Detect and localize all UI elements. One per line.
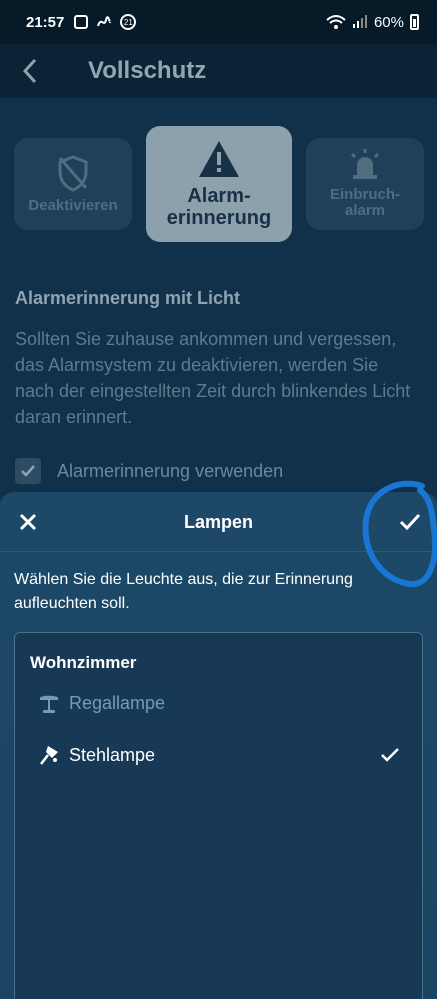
mode-burglary-alarm[interactable]: Einbruch- alarm (306, 138, 424, 230)
room-group-label: Wohnzimmer (30, 653, 137, 672)
mode-deactivate-label: Deaktivieren (28, 196, 118, 214)
signature-icon (97, 16, 112, 27)
sheet-header: Lampen (0, 492, 437, 552)
section-description: Sollten Sie zuhause ankommen und vergess… (15, 329, 411, 427)
status-time: 21:57 (26, 13, 65, 31)
confirm-button[interactable] (394, 506, 426, 538)
selected-check-icon (381, 748, 399, 762)
checkbox-label: Alarmerinnerung verwenden (57, 460, 284, 481)
mode-burglary-label-1: Einbruch- (330, 185, 400, 203)
floor-lamp-icon (35, 741, 63, 769)
table-lamp-icon (35, 689, 63, 717)
notification-icons: 21 (74, 14, 137, 30)
sheet-title: Lampen (183, 512, 253, 532)
wifi-icon (326, 15, 346, 29)
mode-alarm-reminder-label-1: Alarm- (187, 185, 251, 207)
page-title: Vollschutz (88, 57, 207, 84)
mode-alarm-reminder-label-2: erinnerung (166, 207, 272, 229)
status-bar: 21:57 21 60% (0, 0, 437, 44)
screenshot-icon (74, 15, 89, 29)
mode-burglary-label-2: alarm (344, 202, 386, 219)
battery-icon (410, 14, 419, 30)
section-title: Alarmerinnerung mit Licht (15, 288, 241, 308)
signal-icon (352, 15, 367, 28)
app-bar: Vollschutz (0, 44, 437, 98)
sheet-description: Wählen Sie die Leuchte aus, die zur Erin… (14, 571, 353, 612)
shield-off-icon (58, 155, 88, 192)
check-icon (399, 513, 421, 531)
mode-alarm-reminder[interactable]: Alarm- erinnerung (146, 126, 292, 242)
lamp-name: Stehlampe (69, 744, 156, 765)
mode-selector: Deaktivieren Alarm- erinnerung Einbruch-… (14, 126, 424, 244)
battery-level: 60% (373, 13, 404, 31)
use-alarm-reminder-checkbox[interactable] (15, 458, 41, 484)
use-alarm-reminder-checkbox-row[interactable]: Alarmerinnerung verwenden (15, 458, 283, 484)
mode-deactivate[interactable]: Deaktivieren (14, 138, 132, 230)
background-page: Deaktivieren Alarm- erinnerung Einbruch-… (0, 98, 437, 498)
lamp-list: Wohnzimmer Regallampe Stehlampe (14, 632, 423, 999)
lamp-item-stehlampe[interactable]: Stehlampe (15, 733, 422, 777)
back-button[interactable] (0, 44, 60, 98)
badge-21-icon: 21 (120, 14, 137, 30)
lamp-name: Regallampe (69, 692, 166, 713)
warning-icon (199, 141, 239, 177)
lamp-item-regallampe[interactable]: Regallampe (15, 681, 422, 725)
lamp-selection-sheet: Lampen Wählen Sie die Leuchte aus, die z… (0, 492, 437, 999)
checkmark-icon (21, 465, 35, 477)
chevron-left-icon (22, 58, 37, 84)
siren-icon (350, 148, 380, 179)
